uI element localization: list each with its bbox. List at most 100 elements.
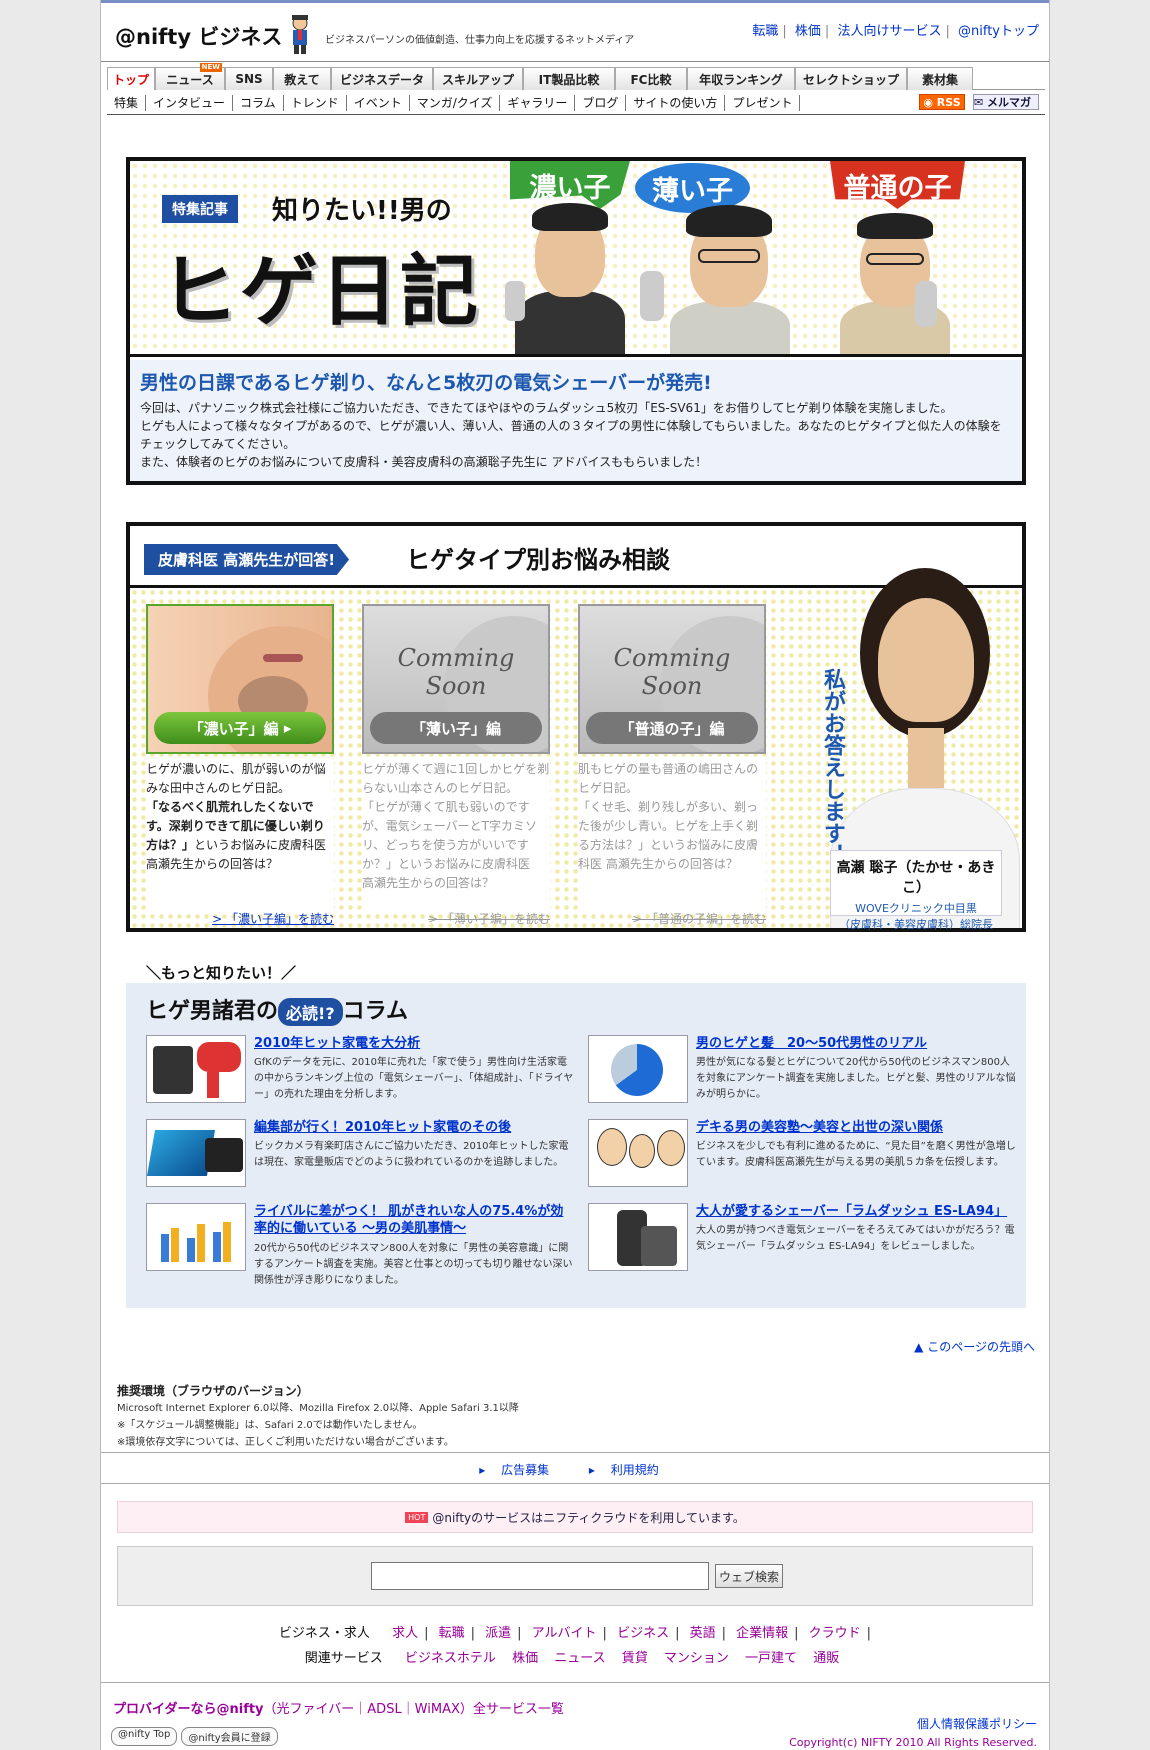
feature-banner[interactable]: 特集記事 知りたい!!男の ヒゲ日記 濃い子 薄い子 普通の子 男性の日課である… (126, 157, 1026, 485)
shaver-thumbnail[interactable] (588, 1203, 688, 1271)
column-title[interactable]: 編集部が行く！2010年ヒット家電のその後 (254, 1119, 574, 1136)
subnav-howto[interactable]: サイトの使い方 (626, 95, 726, 111)
card-thin-intro: ヒゲが薄くて週に1回しかヒゲを剃らない山本さんのヒゲ日記。 (362, 762, 550, 795)
nifty-top-button[interactable]: @nifty Top (111, 1727, 178, 1746)
footer-link[interactable]: 英語 (690, 1626, 716, 1641)
card-thin-text: ヒゲが薄くて週に1回しかヒゲを剃らない山本さんのヒゲ日記。 「ヒゲが薄くて肌も弱… (362, 760, 550, 910)
privacy-policy-link[interactable]: 個人情報保護ポリシー (917, 1715, 1037, 1732)
footer-link[interactable]: 企業情報 (736, 1626, 788, 1641)
footer-link[interactable]: 株価 (512, 1651, 538, 1666)
footer-link[interactable]: クラウド (809, 1626, 861, 1641)
tab-top[interactable]: トップ (107, 67, 155, 90)
provider-links[interactable]: プロバイダーなら@nifty（光ファイバー｜ADSL｜WiMAX）全サービス一覧 (113, 1698, 564, 1717)
manga-thumbnail[interactable] (588, 1119, 688, 1187)
column-title[interactable]: 男のヒゲと髪 20〜50代男性のリアル (696, 1035, 1016, 1052)
subnav-column[interactable]: コラム (233, 95, 284, 111)
column-title[interactable]: ライバルに差がつく！ 肌がきれいな人の75.4%が効率的に働いている 〜男の美肌… (254, 1203, 574, 1237)
survey-chart-thumbnail[interactable] (588, 1035, 688, 1103)
consultation-badge: 皮膚科医 高瀬先生が回答! (144, 544, 350, 575)
card-thick-button[interactable]: 「濃い子」編 ▸ (154, 712, 326, 744)
tab-sns[interactable]: SNS (225, 67, 273, 90)
card-thick-intro: ヒゲが濃いのに、肌が弱いのが悩みな田中さんのヒゲ日記。 (146, 762, 326, 795)
footer-link-ads[interactable]: ▸ 広告募集 (479, 1463, 561, 1477)
feature-paragraph-3: また、体験者のヒゲのお悩みについて皮膚科・美容皮膚科の高瀬聡子先生に アドバイス… (140, 455, 708, 469)
footer-link-terms[interactable]: ▸ 利用規約 (589, 1463, 671, 1477)
card-normal-text: 肌もヒゲの量も普通の嶋田さんのヒゲ日記。 「くせ毛、剃り残しが多い、剃った後が少… (578, 760, 766, 910)
subnav-event[interactable]: イベント (347, 95, 410, 111)
footer-link[interactable]: 通販 (813, 1651, 839, 1666)
column-item[interactable]: 2010年ヒット家電を大分析 GfKのデータを元に、2010年に売れた「家で使う… (146, 1035, 576, 1111)
appliance-thumbnail[interactable] (146, 1035, 246, 1103)
tab-business-data[interactable]: ビジネスデータ (331, 67, 433, 90)
tab-select-shop[interactable]: セレクトショップ (795, 67, 907, 90)
subnav-manga-quiz[interactable]: マンガ/クイズ (410, 95, 501, 111)
footer-link[interactable]: ビジネス (617, 1626, 669, 1641)
web-search-button[interactable]: ウェブ検索 (715, 1564, 783, 1588)
header-link-corporate[interactable]: 法人向けサービス (837, 24, 941, 39)
tab-salary-ranking[interactable]: 年収ランキング (687, 67, 795, 90)
tab-it-compare[interactable]: IT製品比較 (523, 67, 615, 90)
mail-magazine-button[interactable]: ✉ メルマガ (973, 94, 1039, 110)
column-title[interactable]: 大人が愛するシェーバー「ラムダッシュ ES-LA94」 (696, 1203, 1016, 1220)
page-top-link[interactable]: ▲ このページの先頭へ (914, 1338, 1035, 1355)
footer-link[interactable]: ビジネスホテル (405, 1651, 496, 1666)
column-desc: ビジネスを少しでも有利に進めるために、“見た目”を磨く男性が急増しています。皮膚… (696, 1141, 1016, 1168)
header-link-stocks[interactable]: 株価 (795, 24, 821, 39)
footer-link[interactable]: 派遣 (485, 1626, 511, 1641)
column-title[interactable]: 2010年ヒット家電を大分析 (254, 1035, 574, 1052)
footer-link[interactable]: 転職 (439, 1626, 465, 1641)
nifty-register-button[interactable]: @nifty会員に登録 (181, 1727, 278, 1746)
column-item[interactable]: デキる男の美容塾〜美容と出世の深い関係 ビジネスを少しでも有利に進めるために、“… (588, 1119, 1018, 1195)
page: @nifty ビジネス ビジネスパーソンの価値創造、仕事力向上を応援するネットメ… (100, 0, 1050, 1750)
tab-news[interactable]: ニュース NEW (155, 63, 225, 90)
subnav-present[interactable]: プレゼント (725, 95, 801, 111)
tab-oshiete[interactable]: 教えて (273, 67, 331, 90)
footer-link-ads-label: 広告募集 (501, 1463, 550, 1477)
card-normal-link-label: 「普通の子編」を読む (645, 912, 766, 926)
env-line-1: Microsoft Internet Explorer 6.0以降、Mozill… (117, 1403, 519, 1414)
footer-link[interactable]: マンション (664, 1651, 729, 1666)
column-item[interactable]: 編集部が行く！2010年ヒット家電のその後 ビックカメラ有楽町店さんにご協力いた… (146, 1119, 576, 1195)
footer-link[interactable]: ニュース (554, 1651, 605, 1666)
mascot-icon (292, 15, 308, 54)
doctor-name: 高瀬 聡子（たかせ・あきこ） (836, 860, 996, 896)
camera-thumbnail[interactable] (146, 1119, 246, 1187)
provider-sublinks: （光ファイバー｜ADSL｜WiMAX）全サービス一覧 (263, 1702, 564, 1717)
rss-icon: ◉ (923, 95, 937, 109)
doctor-callout: 私がお答えします！ (820, 668, 845, 866)
column-item[interactable]: 大人が愛するシェーバー「ラムダッシュ ES-LA94」 大人の男が持つべき電気シ… (588, 1203, 1018, 1279)
subnav-interview[interactable]: インタビュー (146, 95, 234, 111)
card-thick[interactable]: 「濃い子」編 ▸ ヒゲが濃いのに、肌が弱いのが悩みな田中さんのヒゲ日記。 「なる… (146, 604, 334, 927)
env-line-3: ※環境依存文字については、正しくご利用いただけない場合がございます。 (117, 1437, 454, 1448)
footer-link[interactable]: 一戸建て (745, 1651, 797, 1666)
card-thick-image[interactable]: 「濃い子」編 ▸ (146, 604, 334, 754)
column-title[interactable]: デキる男の美容塾〜美容と出世の深い関係 (696, 1119, 1016, 1136)
subnav-feature[interactable]: 特集 (107, 95, 147, 111)
search-input[interactable] (371, 1562, 709, 1590)
columns-title: ヒゲ男諸君の 必読!? コラム (146, 993, 408, 1026)
provider-lead: プロバイダーなら@nifty (113, 1702, 264, 1717)
feature-title-big: ヒゲ日記 (160, 247, 481, 337)
rss-button[interactable]: ◉ RSS (919, 94, 965, 110)
subnav-trend[interactable]: トレンド (284, 95, 347, 111)
column-item[interactable]: 男のヒゲと髪 20〜50代男性のリアル 男性が気になる髪とヒゲについて20代から… (588, 1035, 1018, 1111)
cloud-notice[interactable]: HOT @niftyのサービスはニフティクラウドを利用しています。 (117, 1501, 1033, 1533)
footer-link[interactable]: アルバイト (532, 1626, 597, 1641)
feature-headline[interactable]: 男性の日課であるヒゲ剃り、なんと5枚刃の電気シェーバーが発売! (140, 368, 1012, 395)
tab-fc-compare[interactable]: FC比較 (615, 67, 687, 90)
footer-link[interactable]: 求人 (392, 1626, 418, 1641)
footer-link[interactable]: 賃貸 (622, 1651, 648, 1666)
tab-skill-up[interactable]: スキルアップ (433, 67, 523, 90)
feature-title-small: 知りたい!!男の (272, 196, 452, 226)
subnav-gallery[interactable]: ギャラリー (500, 95, 576, 111)
bar-chart-thumbnail[interactable] (146, 1203, 246, 1271)
footer-row-business-label: ビジネス・求人 (278, 1626, 370, 1641)
card-thick-read-link[interactable]: > 「濃い子編」を読む (146, 910, 334, 927)
site-logo[interactable]: @nifty ビジネス (115, 21, 282, 51)
tab-materials[interactable]: 素材集 (907, 67, 973, 90)
subnav-blog[interactable]: ブログ (575, 95, 627, 111)
feature-text: 男性の日課であるヒゲ剃り、なんと5枚刃の電気シェーバーが発売! 今回は、パナソニ… (130, 360, 1022, 481)
header-link-jobs[interactable]: 転職 (752, 24, 778, 39)
header-link-nifty-top[interactable]: @niftyトップ (958, 24, 1039, 39)
column-item[interactable]: ライバルに差がつく！ 肌がきれいな人の75.4%が効率的に働いている 〜男の美肌… (146, 1203, 576, 1293)
